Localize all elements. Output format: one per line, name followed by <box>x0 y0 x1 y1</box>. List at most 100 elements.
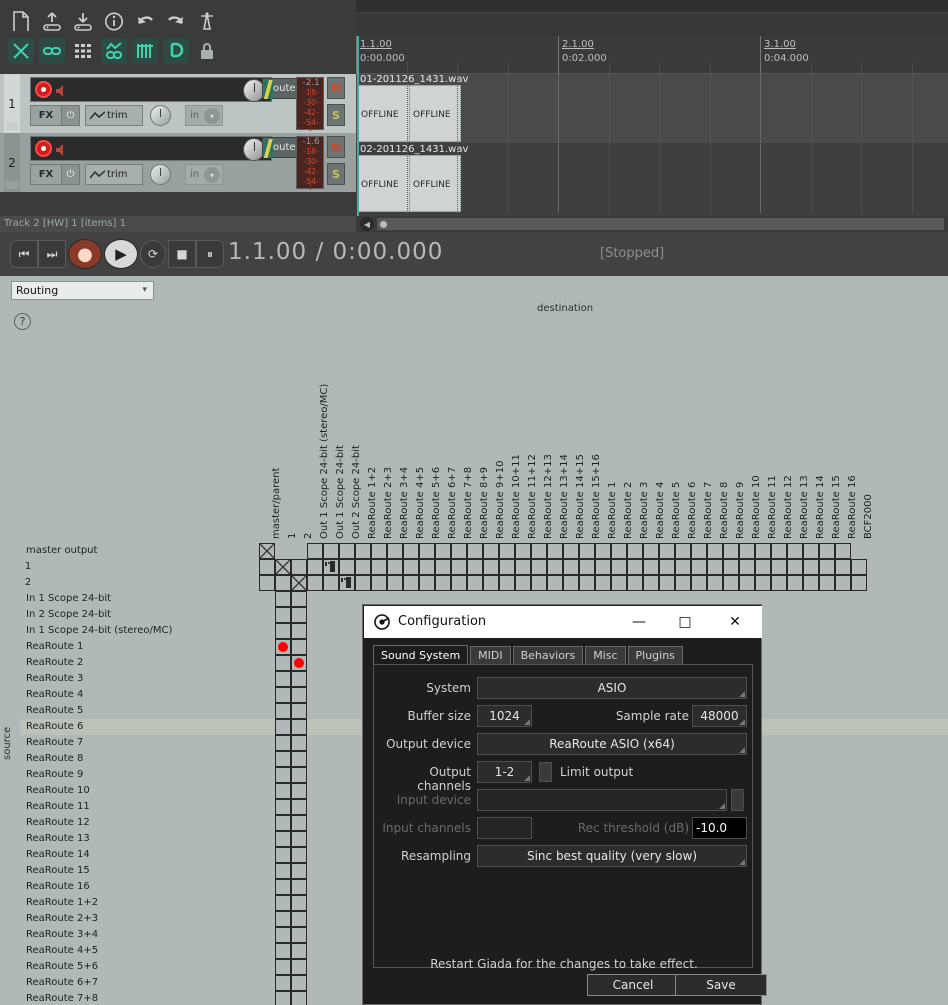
matrix-cell[interactable] <box>643 543 659 559</box>
track-input-button[interactable]: in ▾ <box>185 164 223 185</box>
matrix-cell[interactable] <box>259 575 275 591</box>
matrix-column-header[interactable]: ReaRoute 7 <box>703 482 714 539</box>
matrix-cell[interactable] <box>707 559 723 575</box>
matrix-cell[interactable] <box>803 543 819 559</box>
matrix-cell[interactable] <box>835 543 851 559</box>
matrix-row-header[interactable]: ReaRoute 15 <box>26 863 90 879</box>
matrix-cell[interactable] <box>291 959 307 975</box>
buffer-size-select[interactable]: 1024 <box>477 705 532 727</box>
matrix-cell[interactable] <box>595 543 611 559</box>
new-project-icon[interactable] <box>8 8 34 34</box>
speaker-icon[interactable] <box>55 143 71 157</box>
repeat-button[interactable]: ⟳ <box>140 240 166 268</box>
matrix-cell[interactable] <box>291 607 307 623</box>
tab-behaviors[interactable]: Behaviors <box>512 646 584 665</box>
matrix-column-header[interactable]: ReaRoute 4 <box>655 482 666 539</box>
matrix-cell[interactable] <box>275 895 291 911</box>
matrix-cell[interactable] <box>499 543 515 559</box>
matrix-cell[interactable] <box>851 559 867 575</box>
matrix-cell[interactable] <box>643 575 659 591</box>
matrix-column-header[interactable]: ReaRoute 6+7 <box>447 467 458 539</box>
matrix-cell[interactable] <box>307 543 323 559</box>
matrix-row-header[interactable]: ReaRoute 16 <box>26 879 90 895</box>
matrix-cell[interactable] <box>291 575 307 591</box>
track-control-panel-2[interactable]: 2 Route FX ⏻ trim in ▾ -1.6 -18- -30- -4… <box>0 133 356 192</box>
matrix-cell[interactable] <box>275 831 291 847</box>
matrix-column-header[interactable]: ReaRoute 5 <box>671 482 682 539</box>
tab-midi[interactable]: MIDI <box>470 646 511 665</box>
loop-icon[interactable] <box>163 38 189 64</box>
matrix-cell[interactable] <box>387 559 403 575</box>
matrix-row-header[interactable]: ReaRoute 12 <box>26 815 90 831</box>
matrix-row-header[interactable]: ReaRoute 2 <box>26 655 83 671</box>
mute-button[interactable]: M <box>327 77 345 99</box>
matrix-row-header[interactable]: ReaRoute 3 <box>26 671 83 687</box>
matrix-row-header[interactable]: ReaRoute 11 <box>26 799 90 815</box>
track-volume-fader[interactable] <box>30 77 272 102</box>
matrix-column-header[interactable]: master/parent <box>271 468 282 539</box>
matrix-cell[interactable] <box>659 575 675 591</box>
matrix-cell[interactable] <box>291 783 307 799</box>
matrix-cell[interactable] <box>739 543 755 559</box>
undo-icon[interactable] <box>132 8 158 34</box>
matrix-cell[interactable] <box>291 639 307 655</box>
matrix-cell[interactable] <box>291 991 307 1005</box>
matrix-row-header[interactable]: ReaRoute 9 <box>26 767 83 783</box>
matrix-cell[interactable] <box>275 671 291 687</box>
matrix-cell[interactable] <box>723 543 739 559</box>
scroll-left-icon[interactable]: ◀ <box>360 217 374 231</box>
lock-icon[interactable] <box>194 38 220 64</box>
matrix-column-header[interactable]: 2 <box>303 533 314 539</box>
record-arm-icon[interactable] <box>35 140 52 157</box>
maximize-button[interactable]: □ <box>662 606 708 638</box>
grid-icon[interactable] <box>70 38 96 64</box>
horizontal-scrollbar[interactable]: ◀ <box>356 216 948 232</box>
media-item[interactable]: 02-201126_1431.wav OFFLINE OFFLINE <box>357 144 468 212</box>
matrix-cell[interactable] <box>371 559 387 575</box>
output-channels-select[interactable]: 1-2 <box>477 761 532 783</box>
matrix-cell[interactable] <box>707 543 723 559</box>
output-device-select[interactable]: ReaRoute ASIO (x64) <box>477 733 747 755</box>
matrix-cell[interactable] <box>467 543 483 559</box>
go-to-start-button[interactable]: ⏮ <box>10 240 38 268</box>
chevron-down-icon[interactable]: ▾ <box>142 285 147 295</box>
save-button[interactable]: Save <box>675 974 767 996</box>
resampling-select[interactable]: Sinc best quality (very slow) <box>477 845 747 867</box>
matrix-row-header[interactable]: ReaRoute 1+2 <box>26 895 98 911</box>
pause-button[interactable]: ⏸ <box>196 240 224 268</box>
automation-link-icon[interactable] <box>101 38 127 64</box>
matrix-column-header[interactable]: ReaRoute 1+2 <box>367 467 378 539</box>
matrix-column-header[interactable]: ReaRoute 14 <box>815 475 826 539</box>
matrix-cell[interactable] <box>611 575 627 591</box>
matrix-cell[interactable] <box>835 575 851 591</box>
matrix-cell[interactable] <box>483 575 499 591</box>
routing-mode-select[interactable]: Routing ▾ <box>11 281 154 300</box>
matrix-column-header[interactable]: ReaRoute 4+5 <box>415 467 426 539</box>
matrix-cell[interactable] <box>579 543 595 559</box>
redo-icon[interactable] <box>163 8 189 34</box>
go-to-end-button[interactable]: ⏭ <box>38 240 66 268</box>
matrix-row-header[interactable]: ReaRoute 8 <box>26 751 83 767</box>
matrix-cell[interactable] <box>563 543 579 559</box>
matrix-cell[interactable] <box>531 559 547 575</box>
matrix-row-header[interactable]: ReaRoute 10 <box>26 783 90 799</box>
matrix-row-header[interactable]: ReaRoute 4 <box>26 687 83 703</box>
matrix-column-header[interactable]: ReaRoute 10+11 <box>511 454 522 539</box>
matrix-cell[interactable] <box>275 719 291 735</box>
matrix-cell[interactable] <box>435 559 451 575</box>
matrix-cell[interactable] <box>627 575 643 591</box>
chevron-down-icon[interactable]: ▾ <box>204 108 220 124</box>
matrix-cell[interactable] <box>499 559 515 575</box>
matrix-column-header[interactable]: ReaRoute 14+15 <box>575 454 586 539</box>
matrix-cell[interactable] <box>547 559 563 575</box>
matrix-cell[interactable] <box>275 927 291 943</box>
matrix-cell[interactable] <box>339 543 355 559</box>
stop-button[interactable]: ■ <box>168 240 196 268</box>
matrix-column-header[interactable]: ReaRoute 11 <box>767 475 778 539</box>
matrix-cell[interactable] <box>755 559 771 575</box>
fx-power-icon[interactable]: ⏻ <box>61 165 79 184</box>
matrix-cell[interactable] <box>291 767 307 783</box>
matrix-cell[interactable] <box>291 879 307 895</box>
matrix-column-header[interactable]: ReaRoute 3+4 <box>399 467 410 539</box>
matrix-cell[interactable] <box>787 543 803 559</box>
